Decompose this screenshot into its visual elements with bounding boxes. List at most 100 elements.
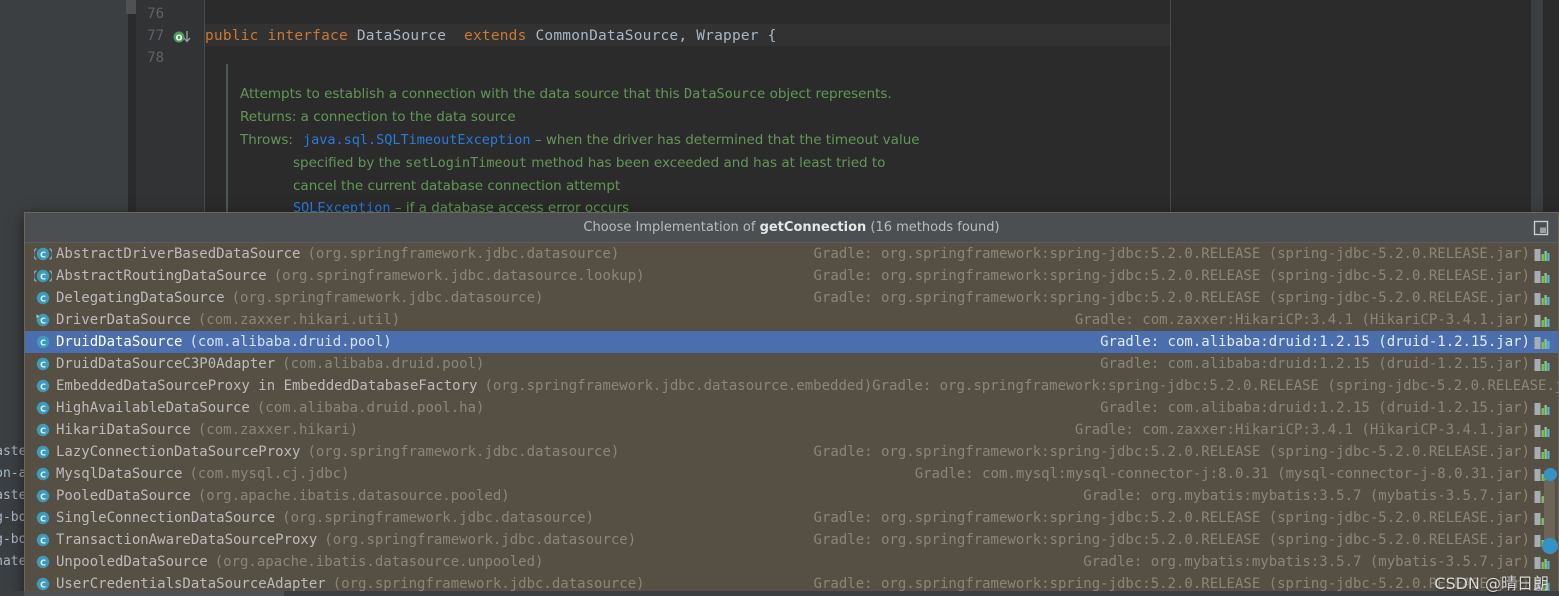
implementation-row[interactable]: C DruidDataSource (com.alibaba.druid.pool)… xyxy=(25,331,1558,353)
implementation-row[interactable]: C DriverDataSource (com.zaxxer.hikari.util… xyxy=(25,309,1558,331)
implementation-package: (org.springframework.jdbc.datasource) xyxy=(231,290,544,306)
implemented-method-icon[interactable]: O xyxy=(173,29,193,45)
implementation-class-name: LazyConnectionDataSourceProxy xyxy=(56,444,301,460)
javadoc-throws-cont-a: specified by the setLoginTimeout method … xyxy=(293,155,886,171)
tree-item[interactable]: hibernate-commons-annotations-modu xyxy=(0,554,26,569)
svg-text:C: C xyxy=(40,514,46,523)
popup-title-method: getConnection xyxy=(759,220,867,235)
restore-window-icon[interactable] xyxy=(1532,219,1550,237)
implementation-row[interactable]: C HikariDataSource (com.zaxxer.hikari) Grad… xyxy=(25,419,1558,441)
library-icon xyxy=(1534,423,1550,437)
implementation-row[interactable]: C LazyConnectionDataSourceProxy (org.sprin… xyxy=(25,441,1558,463)
final-class-icon: C xyxy=(34,312,52,328)
implementation-row[interactable]: C DruidDataSourceC3P0Adapter (com.alibaba.… xyxy=(25,353,1558,375)
implementation-class-name: TransactionAwareDataSourceProxy xyxy=(56,532,318,548)
line-number: 76 xyxy=(147,6,164,22)
implementation-row[interactable]: C HighAvailableDataSource (com.alibaba.dru… xyxy=(25,397,1558,419)
implementation-class-name: DruidDataSourceC3P0Adapter xyxy=(56,356,276,372)
svg-text:C: C xyxy=(40,360,46,369)
implementation-package: (com.alibaba.druid.pool.ha) xyxy=(256,400,485,416)
tool-window-tab[interactable] xyxy=(126,0,136,14)
implementation-list[interactable]: C AbstractDriverBasedDataSource (org.sprin… xyxy=(25,243,1558,596)
implementation-source-location: Gradle: org.springframework:spring-jdbc:… xyxy=(813,532,1530,548)
javadoc-throws-link-1[interactable]: java.sql.SQLTimeoutException xyxy=(303,132,531,148)
project-tree-peek[interactable]: com.fasterxml.jackson.annotatio jackson-… xyxy=(0,440,26,596)
library-icon xyxy=(1534,401,1550,415)
line-number: 77 xyxy=(147,28,164,44)
implementation-source-location: Gradle: com.alibaba:druid:1.2.15 (druid-… xyxy=(1100,400,1530,416)
implementation-source-location: Gradle: org.springframework:spring-jdbc:… xyxy=(872,378,1558,394)
implementation-package: (org.springframework.jdbc.datasource) xyxy=(282,510,595,526)
implementation-source-location: Gradle: com.mysql:mysql-connector-j:8.0.… xyxy=(914,466,1530,482)
class-icon: C xyxy=(34,400,52,416)
implementation-package: (com.zaxxer.hikari) xyxy=(197,422,359,438)
implementation-package: (com.mysql.cj.jdbc) xyxy=(189,466,350,482)
svg-text:C: C xyxy=(40,250,46,259)
popup-scrollbar-thumb[interactable] xyxy=(1542,538,1558,554)
implementation-row[interactable]: C PooledDataSource (org.apache.ibatis.data… xyxy=(25,485,1558,507)
implementation-package: (org.springframework.jdbc.datasource) xyxy=(324,532,637,548)
implementation-row[interactable]: C AbstractRoutingDataSource (org.springfra… xyxy=(25,265,1558,287)
implementation-class-name: UnpooledDataSource xyxy=(56,554,208,570)
implementation-source-location: Gradle: org.mybatis:mybatis:3.5.7 (mybat… xyxy=(1083,488,1530,504)
javadoc-summary: Attempts to establish a connection with … xyxy=(240,86,892,102)
implementation-package: (org.apache.ibatis.datasource.pooled) xyxy=(197,488,510,504)
implementation-package: (com.alibaba.druid.pool) xyxy=(282,356,485,372)
class-icon: C xyxy=(34,532,52,548)
class-icon: C xyxy=(34,510,52,526)
implementation-class-name: MysqlDataSource xyxy=(56,466,183,482)
tree-item[interactable]: jackson-annotations:2.10 xyxy=(0,466,26,481)
library-icon xyxy=(1534,445,1550,459)
implementation-row[interactable]: C EmbeddedDataSourceProxy in EmbeddedData… xyxy=(25,375,1558,397)
svg-text:C: C xyxy=(40,448,46,457)
svg-text:C: C xyxy=(40,404,46,413)
popup-scroll-marker xyxy=(1544,468,1557,481)
implementation-source-location: Gradle: org.springframework:spring-jdbc:… xyxy=(813,268,1530,284)
implementation-row[interactable]: C MysqlDataSource (com.mysql.cj.jdbc) Gradl… xyxy=(25,463,1558,485)
editor-scrollbar[interactable] xyxy=(1531,0,1543,220)
tree-item[interactable]: com.fasterxml.jackson.databind xyxy=(0,488,26,503)
javadoc-inline-code: setLoginTimeout xyxy=(405,155,527,171)
abstract-class-icon: C xyxy=(32,246,54,262)
library-icon xyxy=(1534,291,1550,305)
choose-implementation-popup[interactable]: Choose Implementation of getConnection (… xyxy=(24,212,1559,596)
implementation-source-location: Gradle: org.springframework:spring-jdbc:… xyxy=(813,444,1530,460)
library-icon xyxy=(1534,555,1550,569)
javadoc-throws-cont-b: cancel the current database connection a… xyxy=(293,178,621,194)
class-icon: C xyxy=(34,290,52,306)
implementation-class-name: AbstractDriverBasedDataSource xyxy=(56,246,301,262)
implementation-package: (com.alibaba.druid.pool) xyxy=(189,334,392,350)
screen: public interface DataSource extends Comm… xyxy=(0,0,1559,596)
implementation-source-location: Gradle: com.zaxxer:HikariCP:3.4.1 (Hikar… xyxy=(1074,422,1530,438)
implementation-class-name: DriverDataSource xyxy=(56,312,191,328)
implementation-package: (org.apache.ibatis.datasource.unpooled) xyxy=(214,554,544,570)
implementation-class-name: UserCredentialsDataSourceAdapter xyxy=(56,576,326,592)
svg-text:C: C xyxy=(40,470,46,479)
class-icon: C xyxy=(34,466,52,482)
implementation-package: (org.springframework.jdbc.datasource.loo… xyxy=(273,268,645,284)
library-icon xyxy=(1534,247,1550,261)
library-icon xyxy=(1534,269,1550,283)
tree-item[interactable]: com.fasterxml.jackson.annotatio xyxy=(0,444,26,459)
tree-item[interactable]: spring-boot-starter-data xyxy=(0,532,26,547)
tree-item[interactable]: spring-boot-starter-data xyxy=(0,510,26,525)
svg-text:C: C xyxy=(40,382,46,391)
library-icon xyxy=(1534,335,1550,349)
class-icon: C xyxy=(34,576,52,592)
implementation-package: (org.springframework.jdbc.datasource.emb… xyxy=(484,378,873,394)
implementation-row[interactable]: C DelegatingDataSource (org.springframewor… xyxy=(25,287,1558,309)
implementation-source-location: Gradle: com.alibaba:druid:1.2.15 (druid-… xyxy=(1100,356,1530,372)
code-token: CommonDataSource, Wrapper { xyxy=(535,28,777,44)
implementation-row[interactable]: C TransactionAwareDataSourceProxy (org.spr… xyxy=(25,529,1558,551)
library-icon xyxy=(1534,357,1550,371)
library-icon xyxy=(1534,577,1550,591)
implementation-row[interactable]: C SingleConnectionDataSource (org.springfr… xyxy=(25,507,1558,529)
svg-text:C: C xyxy=(40,536,46,545)
implementation-source-location: Gradle: org.mybatis:mybatis:3.5.7 (mybat… xyxy=(1083,554,1530,570)
implementation-row[interactable]: C UnpooledDataSource (org.apache.ibatis.da… xyxy=(25,551,1558,573)
abstract-class-icon: C xyxy=(32,268,54,284)
code-token: DataSource xyxy=(356,28,447,44)
implementation-row[interactable]: C AbstractDriverBasedDataSource (org.sprin… xyxy=(25,243,1558,265)
svg-text:C: C xyxy=(40,272,46,281)
